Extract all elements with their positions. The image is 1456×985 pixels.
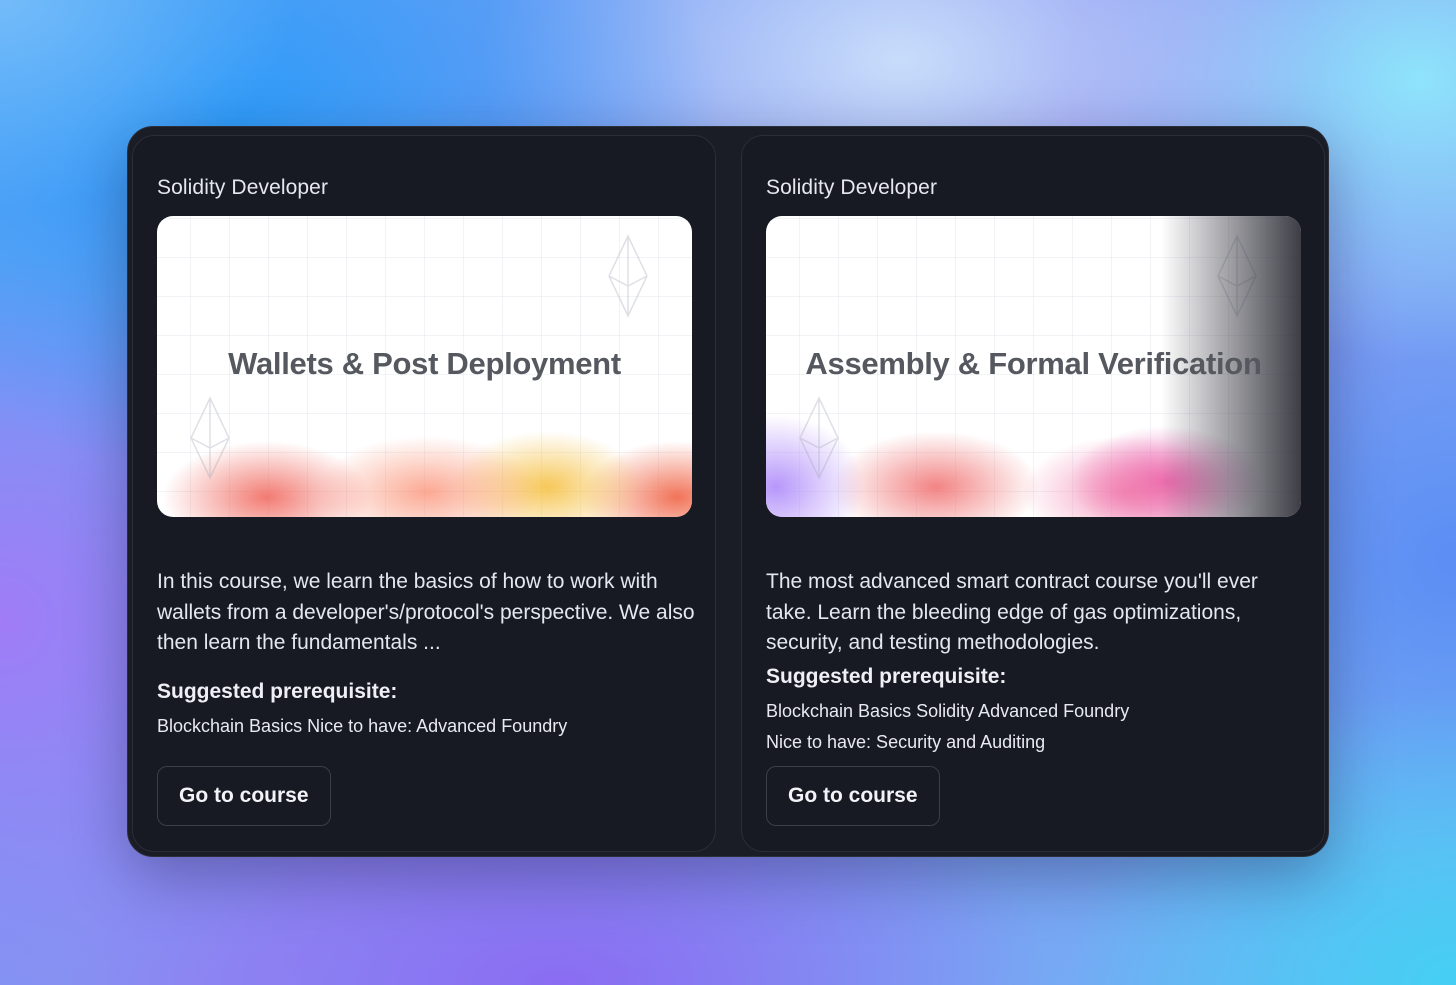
prerequisite-nice-to-have: Nice to have: Security and Auditing xyxy=(766,732,1046,752)
course-card-wallets: Solidity Developer Wallets & Post Deploy… xyxy=(132,135,716,852)
course-category: Solidity Developer xyxy=(766,176,938,199)
prerequisite-list: Blockchain Basics Solidity Advanced Foun… xyxy=(766,701,1130,721)
thumbnail-gradient-glow xyxy=(157,377,692,517)
course-card-assembly: Solidity Developer Assembly & Formal Ver… xyxy=(741,135,1325,852)
course-cards-panel: Solidity Developer Wallets & Post Deploy… xyxy=(127,126,1329,857)
ethereum-diamond-icon xyxy=(190,396,230,480)
go-to-course-button[interactable]: Go to course xyxy=(157,766,331,826)
prerequisite-heading: Suggested prerequisite: xyxy=(766,665,1007,688)
course-category: Solidity Developer xyxy=(157,176,329,199)
prerequisite-heading: Suggested prerequisite: xyxy=(157,680,398,703)
go-to-course-button[interactable]: Go to course xyxy=(766,766,940,826)
ethereum-diamond-icon xyxy=(608,234,648,318)
thumbnail-title: Wallets & Post Deployment xyxy=(228,346,621,381)
thumbnail-title: Assembly & Formal Verification xyxy=(805,346,1262,381)
prerequisite-list: Blockchain Basics Nice to have: Advanced… xyxy=(157,716,568,736)
course-description: In this course, we learn the basics of h… xyxy=(157,570,695,654)
course-thumbnail[interactable]: Wallets & Post Deployment xyxy=(157,216,692,517)
course-thumbnail[interactable]: Assembly & Formal Verification xyxy=(766,216,1301,517)
ethereum-diamond-icon xyxy=(799,396,839,480)
course-description: The most advanced smart contract course … xyxy=(766,570,1258,654)
